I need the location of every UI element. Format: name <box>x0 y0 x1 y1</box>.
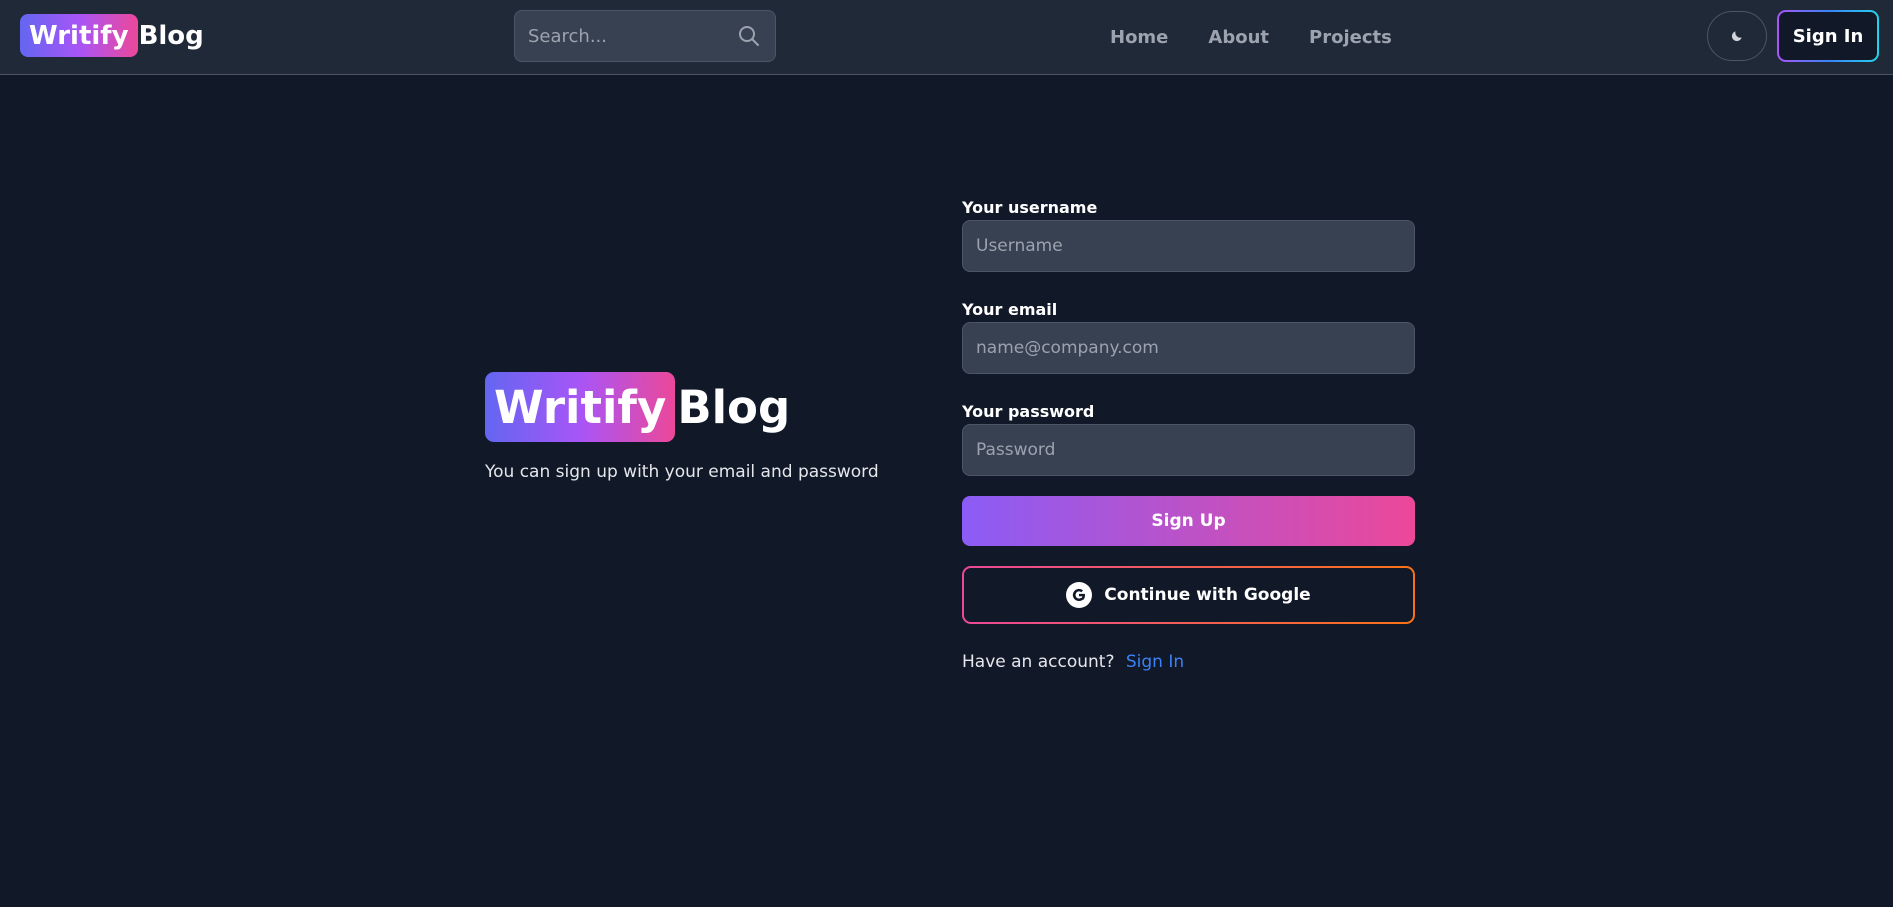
hero-subtitle: You can sign up with your email and pass… <box>485 462 879 482</box>
search-box <box>514 10 776 62</box>
nav-link-home[interactable]: Home <box>1110 27 1168 48</box>
username-label: Your username <box>962 198 1098 217</box>
search-input[interactable] <box>515 11 725 61</box>
hero-brand-text: Blog <box>677 380 791 434</box>
nav-link-about[interactable]: About <box>1208 27 1269 48</box>
sign-in-link[interactable]: Sign In <box>1126 652 1184 672</box>
signup-form: Your username Your email Your password S… <box>962 198 1415 672</box>
nav-links: Home About Projects <box>1110 0 1432 75</box>
brand-badge: Writify <box>20 14 138 57</box>
sign-up-button[interactable]: Sign Up <box>962 496 1415 546</box>
google-icon <box>1066 582 1093 608</box>
theme-toggle-button[interactable] <box>1707 11 1767 61</box>
header-sign-in-button[interactable]: Sign In <box>1777 10 1879 62</box>
brand-text: Blog <box>138 20 204 51</box>
navbar: Writify Blog Home About Projects Sign In <box>0 0 1893 75</box>
have-account-text: Have an account? <box>962 652 1115 672</box>
password-field[interactable] <box>962 424 1415 476</box>
brand-logo[interactable]: Writify Blog <box>20 14 204 57</box>
hero-brand-badge: Writify <box>485 372 676 442</box>
username-field[interactable] <box>962 220 1415 272</box>
google-button-label: Continue with Google <box>1104 585 1311 605</box>
hero: Writify Blog You can sign up with your e… <box>485 372 905 482</box>
moon-icon <box>1731 31 1742 42</box>
email-label: Your email <box>962 300 1058 319</box>
hero-logo: Writify Blog <box>485 372 905 442</box>
have-account-row: Have an account? Sign In <box>962 652 1415 672</box>
password-label: Your password <box>962 402 1095 421</box>
google-button-inner: Continue with Google <box>964 568 1413 622</box>
search-icon[interactable] <box>737 24 761 48</box>
google-sign-in-button[interactable]: Continue with Google <box>962 566 1415 624</box>
email-field[interactable] <box>962 322 1415 374</box>
nav-link-projects[interactable]: Projects <box>1309 27 1392 48</box>
header-sign-in-label: Sign In <box>1779 12 1877 60</box>
